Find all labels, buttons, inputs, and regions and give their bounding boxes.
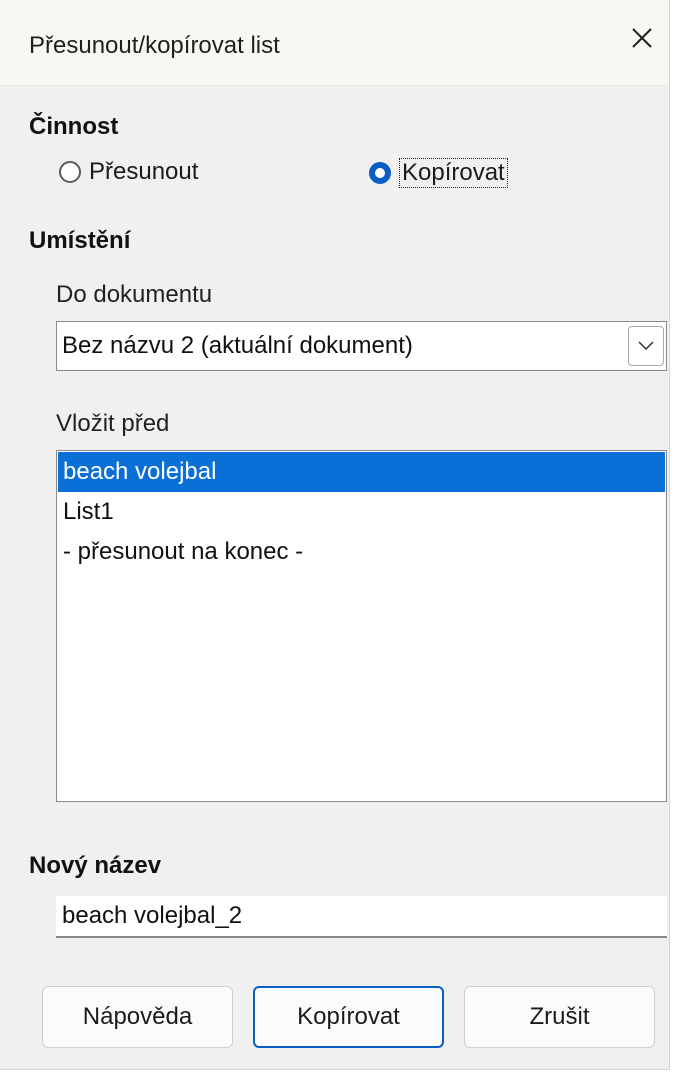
radio-move-label: Přesunout <box>89 158 199 185</box>
radio-move-indicator[interactable] <box>59 161 81 183</box>
dialog-title: Přesunout/kopírovat list <box>29 32 280 59</box>
chevron-down-icon <box>638 341 654 351</box>
list-item-beach-volejbal[interactable]: beach volejbal <box>58 452 665 492</box>
radio-move[interactable]: Přesunout <box>59 158 198 186</box>
copy-button[interactable]: Kopírovat <box>253 986 444 1048</box>
list-item-move-to-end[interactable]: - přesunout na konec - <box>58 532 665 572</box>
close-icon <box>632 28 652 48</box>
close-button[interactable] <box>615 12 669 64</box>
radio-copy[interactable]: Kopírovat <box>369 158 508 188</box>
title-bar: Přesunout/kopírovat list <box>0 0 669 86</box>
action-section-label: Činnost <box>29 113 119 140</box>
move-copy-sheet-dialog: Přesunout/kopírovat list Činnost Přesuno… <box>0 0 670 1070</box>
document-label: Do dokumentu <box>56 281 213 308</box>
radio-copy-label: Kopírovat <box>399 158 508 188</box>
radio-copy-indicator[interactable] <box>369 162 391 184</box>
document-select-value: Bez názvu 2 (aktuální dokument) <box>62 332 413 359</box>
insert-before-list[interactable]: beach volejbal List1 - přesunout na kone… <box>56 450 667 802</box>
location-section-label: Umístění <box>29 227 131 254</box>
list-item-list1[interactable]: List1 <box>58 492 665 532</box>
cancel-button[interactable]: Zrušit <box>464 986 655 1048</box>
new-name-input[interactable] <box>56 896 667 938</box>
document-select[interactable]: Bez názvu 2 (aktuální dokument) <box>56 321 667 371</box>
new-name-section-label: Nový název <box>29 852 162 879</box>
document-select-toggle[interactable] <box>628 326 664 366</box>
help-button[interactable]: Nápověda <box>42 986 233 1048</box>
insert-before-label: Vložit před <box>56 410 170 437</box>
